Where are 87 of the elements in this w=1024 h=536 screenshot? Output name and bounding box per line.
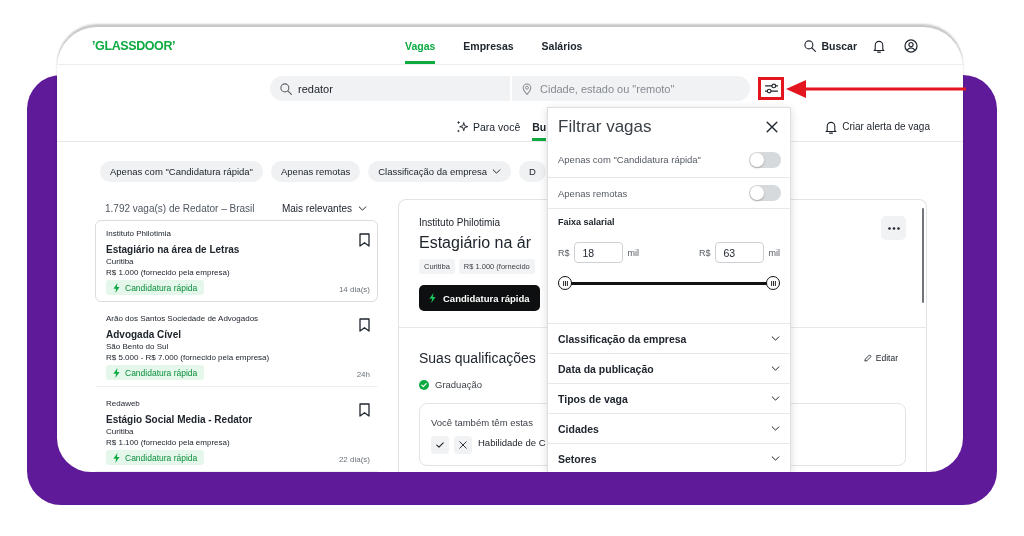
section-title: Suas qualificações bbox=[419, 349, 536, 367]
job-card[interactable]: Instituto Philotimia Estagiário na área de Letras Curitiba R$ 1.000 (fornecido pela empresa) Candidatura rápida 14 dia(s) bbox=[95, 220, 378, 302]
currency-label: R$ bbox=[699, 247, 711, 258]
chevron-down-icon bbox=[491, 169, 501, 174]
unit-label: mil bbox=[627, 247, 639, 258]
company-name: Instituto Philotimia bbox=[419, 216, 501, 229]
grip-icon bbox=[562, 280, 568, 286]
unit-label: mil bbox=[768, 247, 780, 258]
panel-title: Filtrar vagas bbox=[558, 117, 652, 137]
bookmark-icon[interactable] bbox=[359, 403, 370, 417]
location-pin-icon bbox=[522, 82, 532, 95]
currency-label: R$ bbox=[558, 247, 570, 258]
slider-thumb[interactable] bbox=[766, 276, 780, 290]
job-salary: R$ 5.000 - R$ 7.000 (fornecido pela empresa) bbox=[106, 352, 270, 363]
search-icon bbox=[804, 39, 817, 52]
salary-field[interactable]: 63 bbox=[714, 242, 764, 263]
salary-field[interactable]: 18 bbox=[573, 242, 623, 263]
company-name: Redaweb bbox=[106, 398, 140, 409]
location-field[interactable]: Cidade, estado ou "remoto" bbox=[512, 76, 750, 101]
job-title: Estágio Social Media - Redator bbox=[106, 413, 253, 426]
job-salary: R$ 1.000 (fornecido pela empresa) bbox=[106, 267, 230, 278]
qualification-label: Graduação bbox=[435, 379, 482, 391]
job-location: Curitiba bbox=[106, 426, 134, 437]
filter-section[interactable]: Cidades bbox=[548, 414, 790, 444]
sparkle-icon bbox=[456, 120, 469, 133]
search-button[interactable]: Buscar bbox=[804, 39, 857, 52]
scrollbar-thumb[interactable] bbox=[922, 208, 924, 303]
toggle-switch[interactable] bbox=[749, 151, 781, 168]
skill-label: Habilidade de C bbox=[478, 436, 546, 450]
search-icon bbox=[280, 82, 292, 95]
lightning-icon bbox=[113, 367, 120, 378]
filter-chip[interactable]: D bbox=[518, 161, 546, 182]
toggle-label: Apenas com "Candidatura rápida" bbox=[558, 154, 701, 165]
job-title: Estagiário na área de Letras bbox=[106, 243, 240, 256]
confirm-button[interactable] bbox=[431, 436, 449, 454]
filter-section[interactable]: Setores bbox=[548, 444, 790, 472]
job-location: Curitiba bbox=[106, 256, 134, 267]
profile-icon[interactable] bbox=[904, 38, 918, 53]
toggle-switch[interactable] bbox=[749, 185, 781, 201]
pencil-icon bbox=[863, 354, 872, 362]
bookmark-icon[interactable] bbox=[359, 233, 370, 247]
quick-apply-label: Candidatura rápida bbox=[125, 367, 198, 378]
company-name: Instituto Philotimia bbox=[106, 228, 171, 239]
company-name: Arão dos Santos Sociedade de Advogados bbox=[106, 313, 259, 324]
posted-age: 24h bbox=[356, 369, 370, 380]
chevron-down-icon bbox=[358, 205, 367, 211]
nav-link[interactable]: Salários bbox=[541, 27, 583, 64]
filter-section[interactable]: Classificação da empresa bbox=[548, 324, 790, 354]
search-field[interactable]: redator bbox=[270, 76, 510, 101]
bell-icon bbox=[825, 119, 838, 134]
edit-button[interactable]: Editar bbox=[863, 353, 898, 363]
toggle-label: Apenas remotas bbox=[558, 187, 628, 199]
quick-apply-label: Candidatura rápida bbox=[125, 282, 198, 293]
bookmark-icon[interactable] bbox=[359, 318, 370, 332]
lightning-icon bbox=[429, 293, 436, 303]
check-icon bbox=[436, 442, 444, 448]
tab[interactable]: Para você bbox=[456, 112, 521, 141]
filter-chip[interactable]: Apenas com "Candidatura rápida" bbox=[100, 161, 263, 182]
job-title: Advogada Cível bbox=[106, 328, 182, 341]
posted-age: 14 dia(s) bbox=[338, 284, 370, 295]
x-icon bbox=[459, 441, 467, 449]
filter-section[interactable]: Tipos de vaga bbox=[548, 384, 790, 414]
more-options-button[interactable] bbox=[881, 216, 906, 240]
dismiss-button[interactable] bbox=[454, 436, 472, 454]
nav-link[interactable]: Empresas bbox=[463, 27, 514, 64]
job-location: São Bento do Sul bbox=[106, 341, 169, 352]
sort-dropdown[interactable]: Mais relevantes bbox=[281, 202, 367, 214]
create-alert-button[interactable]: Criar alerta de vaga bbox=[825, 112, 930, 141]
quick-apply-button[interactable]: Candidatura rápida bbox=[419, 285, 540, 311]
filter-chip[interactable]: Classificação da empresa bbox=[368, 161, 511, 182]
job-title: Estagiário na ár bbox=[419, 233, 532, 253]
close-button[interactable] bbox=[766, 121, 778, 133]
quick-apply-label: Candidatura rápida bbox=[125, 452, 198, 463]
lightning-icon bbox=[113, 282, 120, 293]
filter-section[interactable]: Data da publicação bbox=[548, 354, 790, 384]
slider-thumb[interactable] bbox=[558, 276, 572, 290]
sliders-icon bbox=[763, 83, 779, 94]
posted-age: 22 dia(s) bbox=[338, 454, 370, 465]
job-salary: R$ 1.100 (fornecido pela empresa) bbox=[106, 437, 230, 448]
lightning-icon bbox=[113, 452, 120, 463]
section-title: Faixa salarial bbox=[558, 216, 616, 228]
bell-icon[interactable] bbox=[873, 38, 885, 53]
filter-chip[interactable]: Apenas remotas bbox=[271, 161, 361, 182]
close-icon bbox=[766, 121, 778, 133]
results-count: 1.792 vaga(s) de Redator – Brasil bbox=[105, 202, 255, 214]
more-dots-icon bbox=[887, 226, 900, 230]
grip-icon bbox=[770, 280, 776, 286]
